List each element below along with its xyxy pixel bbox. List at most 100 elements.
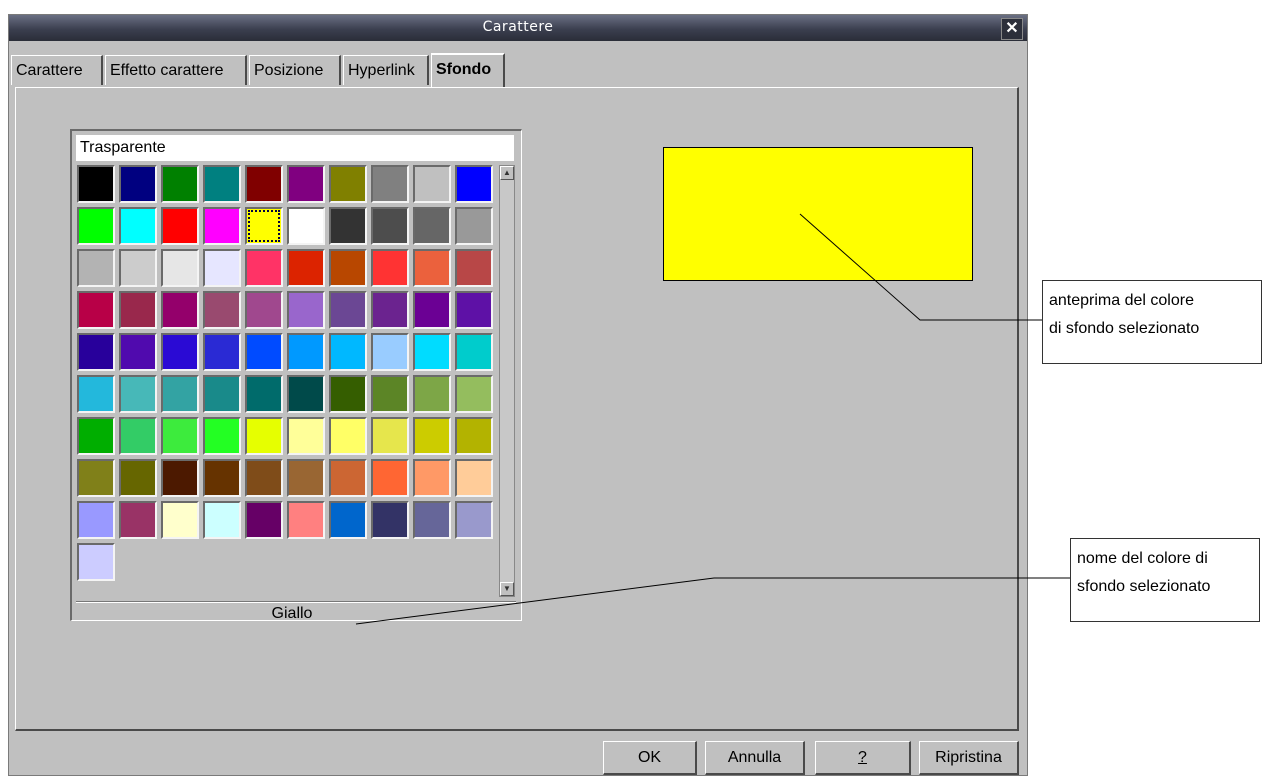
color-swatch[interactable] bbox=[119, 291, 157, 329]
color-swatch[interactable] bbox=[371, 165, 409, 203]
color-swatch[interactable] bbox=[287, 291, 325, 329]
color-swatch[interactable] bbox=[161, 333, 199, 371]
color-swatch[interactable] bbox=[77, 375, 115, 413]
color-swatch[interactable] bbox=[119, 165, 157, 203]
tab-hyperlink[interactable]: Hyperlink bbox=[343, 55, 429, 85]
color-swatch[interactable] bbox=[161, 249, 199, 287]
color-swatch[interactable] bbox=[203, 375, 241, 413]
color-swatch[interactable] bbox=[329, 459, 367, 497]
color-swatch[interactable] bbox=[329, 165, 367, 203]
color-swatch[interactable] bbox=[77, 291, 115, 329]
color-swatch[interactable] bbox=[329, 207, 367, 245]
close-icon[interactable]: ✕ bbox=[1001, 18, 1023, 40]
color-swatch[interactable] bbox=[413, 291, 451, 329]
color-swatch[interactable] bbox=[287, 207, 325, 245]
color-swatch[interactable] bbox=[371, 207, 409, 245]
color-swatch[interactable] bbox=[413, 165, 451, 203]
color-swatch[interactable] bbox=[329, 501, 367, 539]
color-swatch[interactable] bbox=[203, 291, 241, 329]
tab-effetto-carattere[interactable]: Effetto carattere bbox=[105, 55, 247, 85]
color-swatch[interactable] bbox=[119, 249, 157, 287]
color-swatch[interactable] bbox=[119, 375, 157, 413]
color-swatch[interactable] bbox=[455, 291, 493, 329]
color-swatch[interactable] bbox=[413, 501, 451, 539]
color-swatch[interactable] bbox=[77, 501, 115, 539]
color-swatch[interactable] bbox=[203, 207, 241, 245]
color-swatch[interactable] bbox=[287, 417, 325, 455]
color-swatch[interactable] bbox=[77, 249, 115, 287]
cancel-button[interactable]: Annulla bbox=[705, 741, 805, 775]
color-swatch[interactable] bbox=[413, 333, 451, 371]
scroll-down-arrow-icon[interactable]: ▼ bbox=[500, 582, 514, 596]
color-swatch[interactable] bbox=[77, 165, 115, 203]
color-swatch[interactable] bbox=[245, 333, 283, 371]
reset-button[interactable]: Ripristina bbox=[919, 741, 1019, 775]
color-swatch[interactable] bbox=[203, 501, 241, 539]
color-swatch[interactable] bbox=[455, 417, 493, 455]
color-swatch[interactable] bbox=[329, 291, 367, 329]
color-swatch[interactable] bbox=[119, 333, 157, 371]
color-swatch[interactable] bbox=[287, 333, 325, 371]
color-swatch[interactable] bbox=[455, 333, 493, 371]
color-swatch[interactable] bbox=[329, 333, 367, 371]
color-swatch[interactable] bbox=[287, 165, 325, 203]
color-swatch[interactable] bbox=[203, 249, 241, 287]
tab-sfondo[interactable]: Sfondo bbox=[431, 53, 505, 87]
color-swatch[interactable] bbox=[203, 165, 241, 203]
color-swatch[interactable] bbox=[119, 459, 157, 497]
color-swatch[interactable] bbox=[161, 291, 199, 329]
color-swatch[interactable] bbox=[77, 543, 115, 581]
color-swatch[interactable] bbox=[287, 501, 325, 539]
color-swatch[interactable] bbox=[371, 249, 409, 287]
color-swatch[interactable] bbox=[413, 249, 451, 287]
scroll-up-arrow-icon[interactable]: ▲ bbox=[500, 166, 514, 180]
color-swatch[interactable] bbox=[287, 249, 325, 287]
color-swatch[interactable] bbox=[77, 207, 115, 245]
color-swatch[interactable] bbox=[287, 375, 325, 413]
color-swatch[interactable] bbox=[203, 333, 241, 371]
color-swatch[interactable] bbox=[119, 501, 157, 539]
color-swatch[interactable] bbox=[329, 249, 367, 287]
transparent-option[interactable]: Trasparente bbox=[76, 135, 514, 161]
color-swatch[interactable] bbox=[245, 501, 283, 539]
color-swatch[interactable] bbox=[245, 165, 283, 203]
color-swatch[interactable] bbox=[161, 165, 199, 203]
color-swatch[interactable] bbox=[455, 459, 493, 497]
help-button[interactable]: ? bbox=[815, 741, 911, 775]
color-swatch[interactable] bbox=[329, 417, 367, 455]
color-swatch[interactable] bbox=[161, 501, 199, 539]
color-swatch[interactable] bbox=[371, 417, 409, 455]
color-swatch[interactable] bbox=[119, 207, 157, 245]
color-swatch[interactable] bbox=[161, 417, 199, 455]
color-swatch[interactable] bbox=[119, 417, 157, 455]
color-swatch[interactable] bbox=[161, 207, 199, 245]
color-swatch[interactable] bbox=[245, 291, 283, 329]
color-swatch[interactable] bbox=[455, 375, 493, 413]
color-swatch[interactable] bbox=[161, 375, 199, 413]
color-swatch[interactable] bbox=[413, 459, 451, 497]
color-swatch[interactable] bbox=[287, 459, 325, 497]
color-swatch[interactable] bbox=[245, 207, 283, 245]
color-swatch[interactable] bbox=[413, 207, 451, 245]
title-bar[interactable]: Carattere ✕ bbox=[9, 15, 1027, 41]
color-swatch[interactable] bbox=[245, 459, 283, 497]
color-swatch[interactable] bbox=[371, 501, 409, 539]
color-swatch[interactable] bbox=[455, 207, 493, 245]
ok-button[interactable]: OK bbox=[603, 741, 697, 775]
palette-scrollbar[interactable]: ▲ ▼ bbox=[499, 165, 515, 597]
color-swatch[interactable] bbox=[77, 417, 115, 455]
color-swatch[interactable] bbox=[161, 459, 199, 497]
color-swatch[interactable] bbox=[329, 375, 367, 413]
color-swatch[interactable] bbox=[371, 291, 409, 329]
color-swatch[interactable] bbox=[455, 249, 493, 287]
color-swatch[interactable] bbox=[371, 333, 409, 371]
color-swatch[interactable] bbox=[203, 417, 241, 455]
color-swatch[interactable] bbox=[413, 375, 451, 413]
color-swatch[interactable] bbox=[245, 375, 283, 413]
color-swatch[interactable] bbox=[371, 375, 409, 413]
color-swatch[interactable] bbox=[371, 459, 409, 497]
color-swatch[interactable] bbox=[455, 165, 493, 203]
color-swatch[interactable] bbox=[245, 417, 283, 455]
color-swatch[interactable] bbox=[203, 459, 241, 497]
color-swatch[interactable] bbox=[455, 501, 493, 539]
